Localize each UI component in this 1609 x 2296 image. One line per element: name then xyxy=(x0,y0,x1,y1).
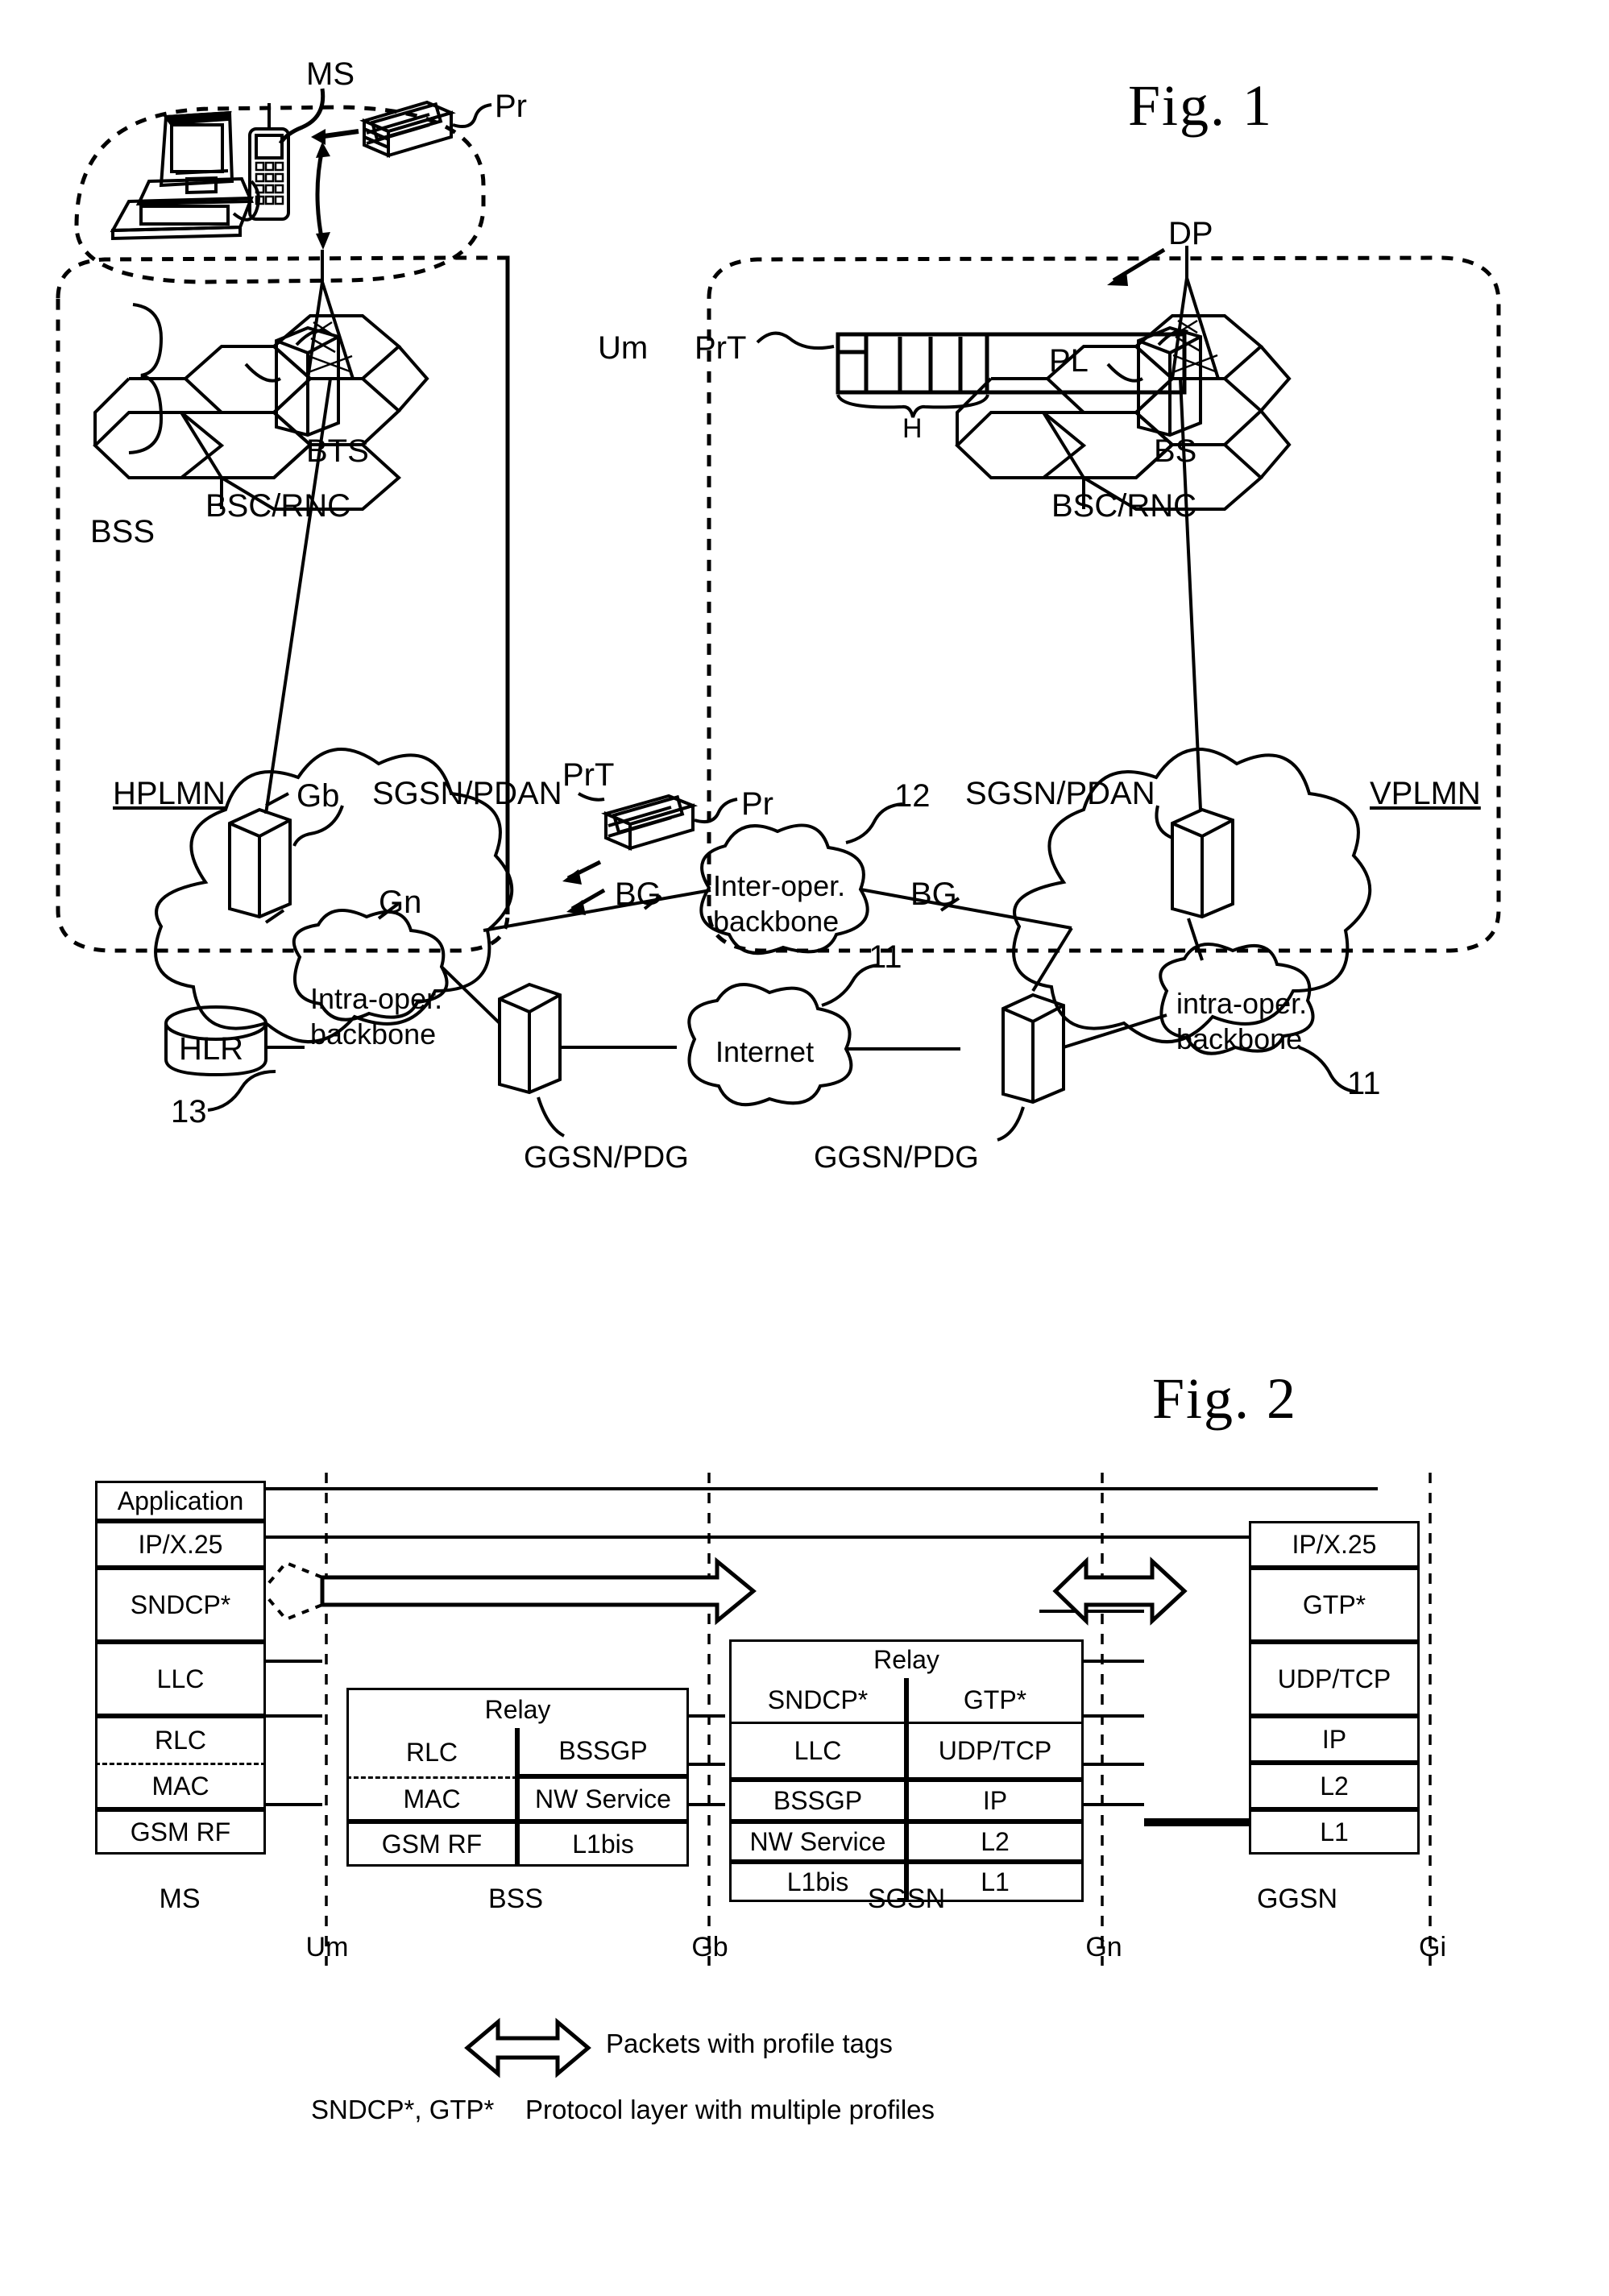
sgsn-layer-nw-service: NW Service xyxy=(729,1821,906,1862)
sgsn-layer-sndcp: SNDCP* xyxy=(729,1678,906,1722)
dp-label: DP xyxy=(1168,216,1213,251)
bts-label: BTS xyxy=(306,433,369,469)
ms-layer-mac: MAC xyxy=(95,1763,266,1809)
interface-name-um: Um xyxy=(305,1932,349,1962)
ref-13: 13 xyxy=(171,1094,207,1129)
bs-label: BS xyxy=(1154,433,1197,469)
bss-layer-rlc: RLC xyxy=(346,1728,517,1776)
intra-oper-right-line1: intra-oper. xyxy=(1176,987,1308,1020)
ref-12: 12 xyxy=(894,778,931,814)
patent-figure-page: Fig. 1 MS Pr Um PrT DP PL H BTS BSC/RNC … xyxy=(0,0,1609,2230)
sgsn-layer-bssgp: BSSGP xyxy=(729,1780,906,1821)
bss-layer-bssgp: BSSGP xyxy=(517,1728,689,1776)
ggsn-layer-gtp: GTP* xyxy=(1249,1568,1420,1642)
ms-layer-gsm-rf: GSM RF xyxy=(95,1809,266,1855)
figure-2-title: Fig. 2 xyxy=(1152,1366,1298,1431)
ms-layer-sndcp: SNDCP* xyxy=(95,1568,266,1642)
sgsn-layer-udp-tcp: UDP/TCP xyxy=(906,1722,1084,1780)
ms-layer-rlc: RLC xyxy=(95,1716,266,1763)
legend-star-prefix: SNDCP*, GTP* xyxy=(311,2095,495,2124)
intra-oper-left-line2: backbone xyxy=(310,1017,437,1051)
column-name-ms: MS xyxy=(159,1884,201,1914)
bss-layer-mac: MAC xyxy=(346,1776,517,1821)
prt-label-top: PrT xyxy=(695,330,747,366)
bss-layer-gsm-rf: GSM RF xyxy=(346,1821,517,1867)
bsc-rnc-label-right: BSC/RNC xyxy=(1051,488,1197,524)
interface-name-gi: Gi xyxy=(1419,1932,1446,1962)
prt-label-mid: PrT xyxy=(562,757,615,793)
bss-relay-label: Relay xyxy=(346,1688,689,1728)
ggsn-pdg-label-left: GGSN/PDG xyxy=(524,1141,689,1175)
intra-oper-left-line1: Intra-oper. xyxy=(310,982,443,1015)
bg-label-right: BG xyxy=(910,877,957,912)
um-label: Um xyxy=(598,330,649,366)
ggsn-layer-udp-tcp: UDP/TCP xyxy=(1249,1642,1420,1716)
ggsn-layer-l1: L1 xyxy=(1249,1809,1420,1855)
figure-1-artwork xyxy=(56,88,1501,1142)
legend-arrow-text: Packets with profile tags xyxy=(606,2029,893,2058)
column-name-bss: BSS xyxy=(487,1884,544,1914)
sgsn-pdan-label-right: SGSN/PDAN xyxy=(965,776,1155,811)
sgsn-relay-label: Relay xyxy=(729,1639,1084,1678)
bss-label: BSS xyxy=(90,514,156,549)
h-label: H xyxy=(902,413,923,444)
pl-label: PL xyxy=(1049,343,1089,379)
ref-11-left: 11 xyxy=(869,939,902,975)
ggsn-layer-l2: L2 xyxy=(1249,1763,1420,1809)
gb-label: Gb xyxy=(297,778,340,814)
ms-layer-llc: LLC xyxy=(95,1642,266,1716)
ggsn-layer-ip-x25: IP/X.25 xyxy=(1249,1521,1420,1568)
gn-label: Gn xyxy=(379,885,422,920)
column-name-sgsn: SGSN xyxy=(867,1884,946,1914)
inter-oper-line1: Inter-oper. xyxy=(713,869,846,902)
interface-name-gb: Gb xyxy=(691,1932,728,1962)
bss-layer-nw-service: NW Service xyxy=(517,1776,689,1821)
ms-label: MS xyxy=(306,56,355,92)
sgsn-layer-l2: L2 xyxy=(906,1821,1084,1862)
pr-label-mid: Pr xyxy=(741,786,773,822)
ms-layer-application: Application xyxy=(95,1481,266,1521)
bss-layer-l1bis: L1bis xyxy=(517,1821,689,1867)
ggsn-layer-ip: IP xyxy=(1249,1716,1420,1763)
hplmn-label: HPLMN xyxy=(113,776,226,811)
inter-oper-line2: backbone xyxy=(713,905,840,938)
bg-label-left: BG xyxy=(615,877,661,912)
ggsn-pdg-label-right: GGSN/PDG xyxy=(814,1141,979,1175)
vplmn-label: VPLMN xyxy=(1370,776,1481,811)
legend-star-text: Protocol layer with multiple profiles xyxy=(525,2095,935,2124)
intra-oper-right-line2: backbone xyxy=(1176,1022,1303,1055)
sgsn-layer-gtp: GTP* xyxy=(906,1678,1084,1722)
hlr-label: HLR xyxy=(179,1031,244,1067)
interface-name-gn: Gn xyxy=(1085,1932,1122,1962)
sgsn-layer-llc: LLC xyxy=(729,1722,906,1780)
ms-layer-ip-x25: IP/X.25 xyxy=(95,1521,266,1568)
column-name-ggsn: GGSN xyxy=(1256,1884,1338,1914)
internet-label: Internet xyxy=(715,1035,815,1068)
ref-11-right: 11 xyxy=(1347,1066,1381,1101)
pr-label-top: Pr xyxy=(495,89,527,124)
sgsn-layer-ip: IP xyxy=(906,1780,1084,1821)
sgsn-pdan-label-left: SGSN/PDAN xyxy=(372,776,562,811)
bsc-rnc-label-left: BSC/RNC xyxy=(205,488,351,524)
